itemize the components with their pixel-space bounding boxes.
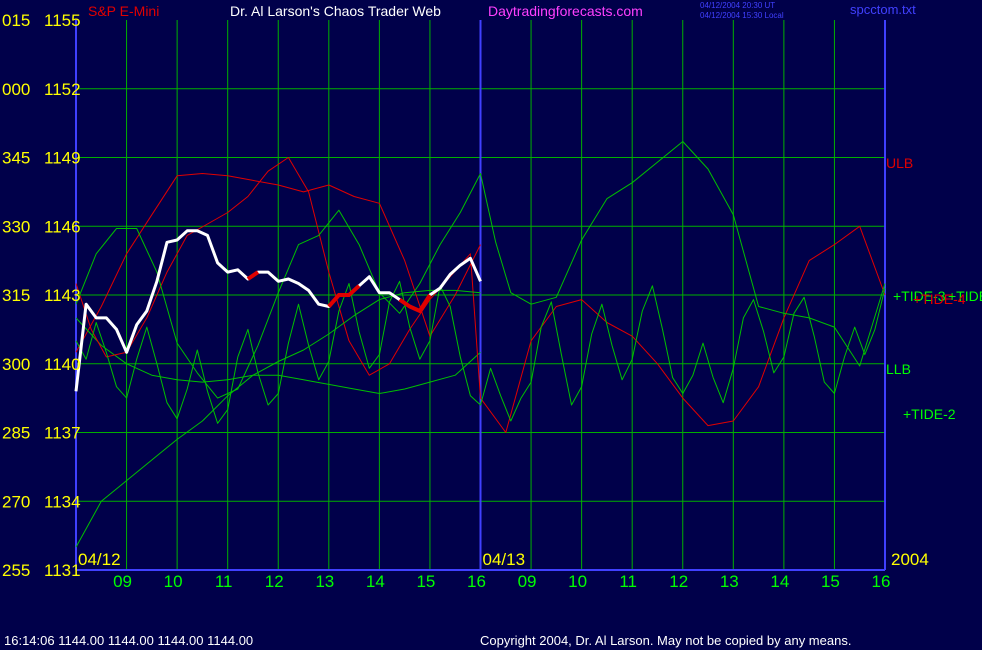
hour-tick-label: 16 — [467, 572, 486, 591]
hour-tick-label: 14 — [366, 572, 385, 591]
date-label: 04/12 — [78, 550, 121, 569]
time-ut: 04/12/2004 20:30 UT — [700, 1, 775, 10]
hour-tick-label: 13 — [720, 572, 739, 591]
y-price-label: 1134 — [44, 492, 81, 511]
hour-tick-label: 11 — [619, 572, 637, 591]
y-price-label: 1140 — [44, 355, 81, 374]
symbol-label: S&P E-Mini — [88, 3, 159, 19]
y-price-label: 1131 — [44, 561, 81, 580]
y-angle-label: 315 — [2, 286, 30, 305]
hour-tick-label: 09 — [113, 572, 132, 591]
hour-tick-label: 15 — [821, 572, 840, 591]
y-price-label: 1155 — [44, 11, 81, 30]
y-angle-label: 345 — [2, 149, 30, 168]
series-label: +TIDE-4 — [913, 291, 966, 307]
y-price-label: 1143 — [44, 286, 81, 305]
copyright: Copyright 2004, Dr. Al Larson. May not b… — [480, 633, 851, 648]
y-angle-label: 015 — [2, 11, 30, 30]
time-local: 04/12/2004 15:30 Local — [700, 11, 784, 20]
date-label: 04/13 — [483, 550, 526, 569]
y-price-label: 1137 — [44, 424, 81, 443]
y-price-label: 1152 — [44, 80, 81, 99]
y-angle-label: 300 — [2, 355, 30, 374]
y-price-label: 1146 — [44, 217, 81, 236]
hour-tick-label: 10 — [164, 572, 183, 591]
y-angle-label: 255 — [2, 561, 30, 580]
hour-tick-label: 09 — [518, 572, 537, 591]
y-angle-label: 270 — [2, 492, 30, 511]
y-angle-label: 285 — [2, 424, 30, 443]
series-label: ULB — [886, 155, 913, 171]
hour-tick-label: 12 — [669, 572, 688, 591]
hour-tick-label: 12 — [265, 572, 284, 591]
hour-tick-label: 11 — [215, 572, 233, 591]
hour-tick-label: 16 — [872, 572, 891, 591]
file-name: spcctom.txt — [850, 2, 916, 17]
series-label: LLB — [886, 361, 911, 377]
y-angle-label: 000 — [2, 80, 30, 99]
hour-tick-label: 10 — [568, 572, 587, 591]
y-price-label: 1149 — [44, 149, 81, 168]
chart-title: Dr. Al Larson's Chaos Trader Web — [230, 3, 441, 19]
quote-readout: 16:14:06 1144.00 1144.00 1144.00 1144.00 — [4, 633, 253, 648]
hour-tick-label: 15 — [416, 572, 435, 591]
hour-tick-label: 13 — [315, 572, 334, 591]
site-link[interactable]: Daytradingforecasts.com — [488, 3, 643, 19]
hour-tick-label: 14 — [770, 572, 789, 591]
price-chart: 015 1155 000 1152 345 1149 330 1146 315 1143 300 11… — [0, 0, 982, 650]
date-label: 2004 — [891, 550, 929, 569]
series-label: +TIDE-2 — [903, 406, 956, 422]
y-angle-label: 330 — [2, 217, 30, 236]
